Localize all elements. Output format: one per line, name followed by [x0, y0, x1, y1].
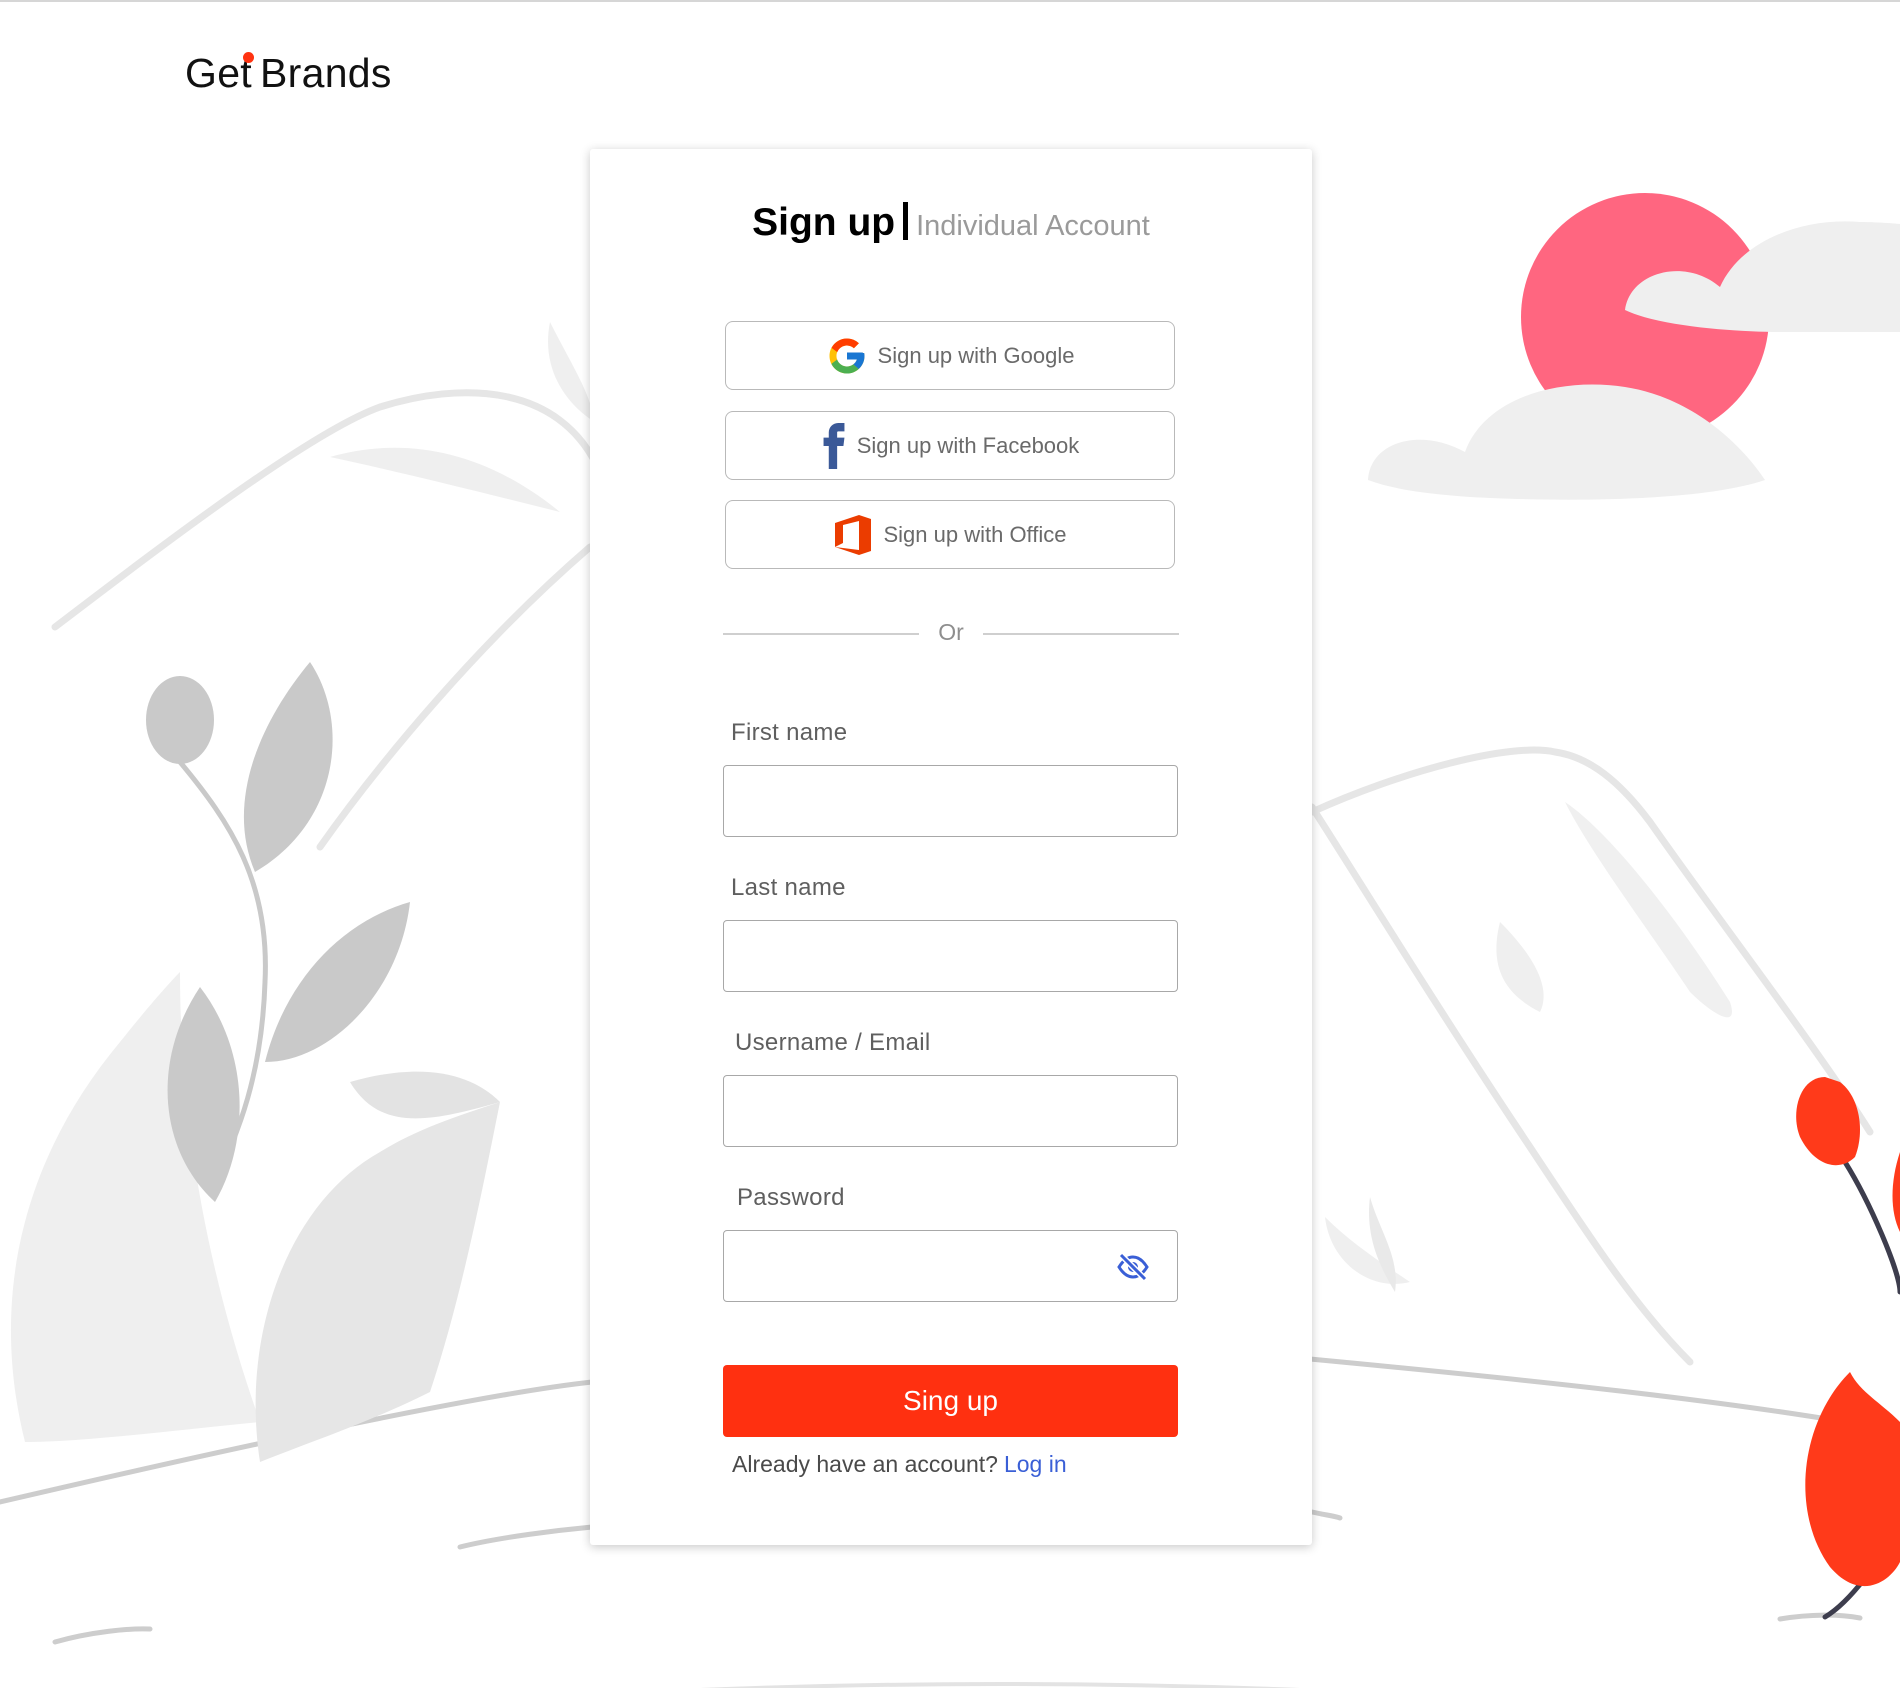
ground-line [52, 1626, 153, 1645]
ground-line [1307, 1356, 1900, 1435]
signup-page: Get Brands Sign up Individual Account Sign… [0, 0, 1900, 1688]
leaf-shape [10, 972, 261, 1442]
card-title-main: Sign up [752, 201, 896, 244]
phone-outline-shape [1308, 803, 1694, 1366]
last-name-input[interactable] [723, 920, 1178, 992]
login-prompt: Already have an account? Log in [732, 1451, 1067, 1478]
card-title: Sign up Individual Account [590, 201, 1312, 245]
first-name-label: First name [731, 719, 848, 746]
username-email-input[interactable] [723, 1075, 1178, 1147]
brand-name-part2: Brands [260, 50, 392, 96]
divider-line-right [983, 633, 1179, 635]
leaf-outline-shape [51, 389, 604, 631]
signup-card: Sign up Individual Account Sign up with G… [590, 149, 1312, 1545]
google-icon [826, 335, 868, 377]
facebook-signup-label: Sign up with Facebook [856, 432, 1080, 458]
eye-slash-icon[interactable] [1117, 1253, 1149, 1281]
leaf-shape [243, 662, 333, 872]
ground-line [699, 1682, 1301, 1688]
leaf-shape [330, 447, 560, 512]
leaf-shape [350, 1071, 500, 1119]
leaf-shape [146, 676, 214, 764]
google-signup-button[interactable]: Sign up with Google [725, 321, 1175, 390]
signup-submit-button[interactable]: Sing up [723, 1365, 1178, 1437]
ground-line [1309, 1509, 1343, 1521]
stem-line [177, 759, 268, 1195]
leaf-shape [265, 902, 410, 1062]
password-label: Password [737, 1184, 845, 1211]
login-prompt-text: Already have an account? [732, 1451, 998, 1477]
or-divider: Or [723, 617, 1179, 647]
leaf-shape [167, 987, 240, 1202]
title-separator [903, 202, 909, 240]
first-name-input[interactable] [723, 765, 1178, 837]
cloud-shape [1368, 384, 1765, 500]
google-signup-label: Sign up with Google [877, 342, 1075, 368]
brand-logo[interactable]: Get Brands [185, 50, 392, 97]
last-name-label: Last name [731, 874, 846, 901]
leaf-shape [255, 1102, 500, 1462]
cloud-shape [1625, 221, 1900, 332]
leaf-shape [1496, 922, 1544, 1012]
password-input[interactable] [723, 1230, 1178, 1302]
card-subtitle: Individual Account [916, 210, 1150, 242]
leaf-shape [548, 322, 595, 422]
stem-line [1822, 1519, 1900, 1620]
ground-line [457, 1524, 595, 1550]
ground-line [0, 1379, 595, 1505]
facebook-signup-button[interactable]: Sign up with Facebook [725, 411, 1175, 480]
ground-line [1777, 1612, 1863, 1622]
flower-shape [1892, 1152, 1900, 1232]
leaf-outline-shape [316, 543, 594, 851]
sun-shape [1521, 193, 1769, 441]
flower-shape [1805, 1372, 1900, 1587]
leaf-shape [1325, 1217, 1410, 1284]
brand-dot-icon [243, 52, 254, 63]
phone-outline-shape [1308, 746, 1874, 1136]
username-label: Username / Email [735, 1029, 931, 1056]
login-link[interactable]: Log in [1004, 1451, 1067, 1477]
stem-line [1842, 1159, 1900, 1295]
office-icon [833, 513, 873, 557]
brand-name-part1: Get [185, 50, 252, 96]
office-signup-button[interactable]: Sign up with Office [725, 500, 1175, 569]
flower-shape [1796, 1077, 1860, 1166]
leaf-shape [1369, 1197, 1396, 1292]
leaf-shape [1565, 802, 1732, 1018]
facebook-icon [821, 422, 847, 469]
office-signup-label: Sign up with Office [883, 521, 1067, 547]
